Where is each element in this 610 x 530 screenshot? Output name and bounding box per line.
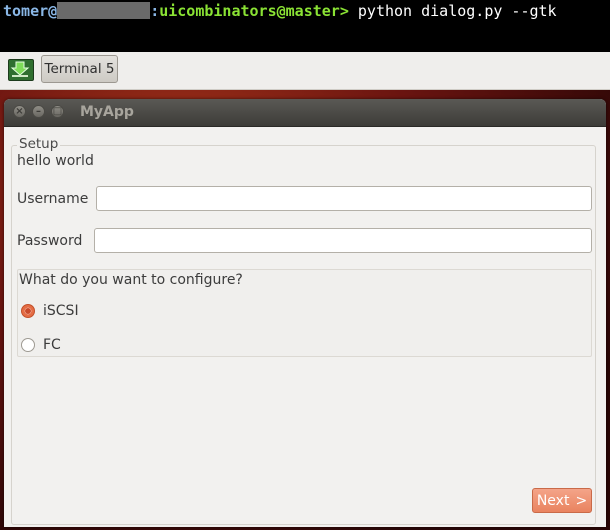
download-arrow-icon[interactable]: [8, 59, 34, 81]
taskbar-terminal-button[interactable]: Terminal 5: [41, 55, 118, 83]
redacted-hostname: [57, 2, 151, 19]
radio-selected-icon[interactable]: [21, 304, 35, 318]
window-close-icon[interactable]: ×: [13, 105, 26, 118]
window-titlebar[interactable]: × – □ MyApp: [4, 99, 606, 127]
terminal-command: python dialog.py --gtk: [348, 2, 557, 20]
setup-legend: Setup: [17, 136, 61, 152]
terminal-output: tomer@:uicombinators@master> python dial…: [0, 0, 610, 52]
taskbar: Terminal 5: [0, 52, 610, 90]
terminal-separator: :: [150, 2, 160, 20]
greeting-text: hello world: [17, 153, 94, 169]
password-label: Password: [17, 233, 83, 249]
app-window: × – □ MyApp Setup hello world Username P…: [4, 99, 606, 527]
radio-unselected-icon[interactable]: [21, 338, 35, 352]
radio-label-iscsi: iSCSI: [43, 303, 79, 319]
terminal-path: uicombinators@master: [159, 2, 340, 20]
radio-option-iscsi[interactable]: iSCSI: [21, 302, 79, 320]
radio-option-fc[interactable]: FC: [21, 336, 61, 354]
terminal-at: @: [48, 2, 58, 20]
username-input[interactable]: [96, 186, 592, 211]
terminal-prompt: >: [339, 2, 349, 20]
window-title: MyApp: [80, 104, 134, 120]
username-label: Username: [17, 191, 89, 207]
next-arrow-icon: >: [575, 492, 588, 509]
next-button-label: Next: [536, 492, 570, 509]
window-minimize-icon[interactable]: –: [32, 105, 45, 118]
window-maximize-icon[interactable]: □: [51, 105, 64, 118]
configure-question: What do you want to configure?: [19, 272, 243, 288]
next-button[interactable]: Next >: [532, 488, 592, 513]
password-input[interactable]: [94, 228, 592, 253]
terminal-user: tomer: [3, 2, 49, 20]
window-content: Setup hello world Username Password What…: [4, 127, 606, 527]
radio-label-fc: FC: [43, 337, 61, 353]
